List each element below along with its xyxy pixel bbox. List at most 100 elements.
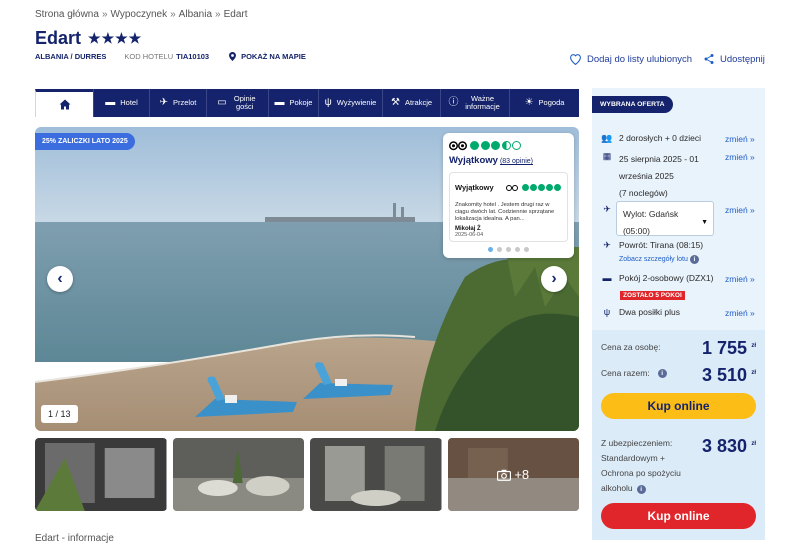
price-total-label: Cena razem: i xyxy=(601,368,667,378)
plane-icon: ✈ xyxy=(159,97,169,108)
next-photo-button[interactable]: › xyxy=(541,266,567,292)
favorites-label: Dodaj do listy ulubionych xyxy=(587,53,693,65)
star-rating: ★★★★ xyxy=(88,30,143,46)
review-label: Wyjątkowy xyxy=(455,182,494,192)
bed-icon: ▬ xyxy=(274,97,285,108)
offer-badge: WYBRANA OFERTA xyxy=(592,96,673,113)
return-row: ✈ Powrót: Tirana (08:15) xyxy=(601,240,703,251)
chevron-down-icon: ▼ xyxy=(701,219,708,226)
info-icon: ⓘ xyxy=(448,97,459,108)
buy-online-button[interactable]: Kup online xyxy=(601,393,756,419)
review-carousel-dots[interactable] xyxy=(449,247,568,252)
hammer-icon: ⚒ xyxy=(390,97,400,108)
thumbnail-strip: +8 xyxy=(35,438,579,511)
rating-dot xyxy=(480,140,490,150)
review-text: Znakomity hotel . Jestem drugi raz w cią… xyxy=(455,202,555,222)
calendar-icon: ▦ xyxy=(602,151,612,161)
review-date: 2025-06-04 xyxy=(455,232,484,238)
change-dates-link[interactable]: zmień » xyxy=(725,152,755,162)
guests-row: 👥 2 dorosłych + 0 dzieci xyxy=(601,133,701,143)
info-icon[interactable]: i xyxy=(657,368,667,378)
review-rating xyxy=(505,178,562,196)
bed-icon: ▬ xyxy=(602,273,612,283)
hotel-code: TIA10103 xyxy=(176,52,210,61)
price-total: 3 510 xyxy=(701,365,747,385)
nav-rooms[interactable]: ▬ Pokoje xyxy=(268,89,318,117)
price-section: Cena za osobę: 1 755 zł Cena razem: i 3 5… xyxy=(592,330,765,540)
insurance-text: Z ubezpieczeniem: Standardowym + Ochrona… xyxy=(601,438,681,494)
price-per-person: 1 755 xyxy=(701,338,747,358)
hotel-name: Edart xyxy=(35,28,82,48)
prev-photo-button[interactable]: ‹ xyxy=(47,266,73,292)
currency: zł xyxy=(751,441,756,447)
chat-icon: ▭ xyxy=(217,97,227,108)
plane-landing-icon: ✈ xyxy=(603,240,611,250)
show-map-link[interactable]: POKAŻ NA MAPIE xyxy=(229,52,306,61)
rating-dot-empty xyxy=(512,140,521,150)
buy-online-insured-button[interactable]: Kup online xyxy=(601,503,756,529)
currency: zł xyxy=(751,343,756,349)
breadcrumb-home[interactable]: Strona główna xyxy=(35,9,99,20)
tripadvisor-owl-icon xyxy=(505,185,518,191)
map-pin-icon xyxy=(229,52,237,61)
departure-select[interactable]: Wylot: Gdańsk (05:00) ▼ xyxy=(616,201,714,236)
breadcrumb: Strona główna» Wypoczynek» Albania» Edart xyxy=(35,9,248,20)
change-meals-link[interactable]: zmień » xyxy=(725,308,755,318)
tripadvisor-card[interactable]: Wyjątkowy (83 opinie) Wyjątkowy Znakomity… xyxy=(443,133,574,258)
heart-icon xyxy=(570,54,581,65)
nav-attractions[interactable]: ⚒ Atrakcje xyxy=(382,89,440,117)
more-photos-count: +8 xyxy=(514,467,530,482)
breadcrumb-wypoczynek[interactable]: Wypoczynek xyxy=(111,9,168,20)
hotel-meta: ALBANIA / DURRES KOD HOTELU TIA10103 POK… xyxy=(35,52,306,61)
share-icon xyxy=(704,54,714,64)
change-departure-link[interactable]: zmień » xyxy=(725,205,755,215)
thumbnail[interactable] xyxy=(35,438,167,511)
promo-badge: 25% ZALICZKI LATO 2025 xyxy=(35,133,135,150)
tripadvisor-owl-icon xyxy=(449,141,467,151)
photo-counter: 1 / 13 xyxy=(41,405,78,423)
plane-takeoff-icon: ✈ xyxy=(603,204,611,214)
hotel-code-label: KOD HOTELU xyxy=(124,52,174,61)
nav-flight[interactable]: ✈ Przelot xyxy=(149,89,206,117)
chevron-left-icon: ‹ xyxy=(57,270,63,287)
price-per-person-label: Cena za osobę: xyxy=(601,342,661,352)
thumbnail-more[interactable]: +8 xyxy=(447,438,579,511)
breadcrumb-albania[interactable]: Albania xyxy=(179,9,212,20)
people-icon: 👥 xyxy=(601,133,613,143)
meals-row: ψ Dwa posiłki plus xyxy=(601,307,680,317)
cutlery-icon: ψ xyxy=(324,97,332,108)
hotel-nav: ▬ Hotel ✈ Przelot ▭ Opinie gości ▬ Pokoje ψW… xyxy=(35,89,579,117)
page-title: Edart ★★★★ xyxy=(35,28,142,49)
share-button[interactable]: Udostępnij xyxy=(703,53,765,65)
change-guests-link[interactable]: zmień » xyxy=(725,134,755,144)
nav-home[interactable] xyxy=(35,89,93,117)
nav-important-info[interactable]: ⓘ Ważne informacje xyxy=(440,89,509,117)
rating-dot xyxy=(491,140,500,150)
bed-icon: ▬ xyxy=(105,97,116,108)
add-to-favorites-button[interactable]: Dodaj do listy ulubionych xyxy=(569,53,692,65)
show-map-label: POKAŻ NA MAPIE xyxy=(241,52,306,61)
chevron-right-icon: › xyxy=(551,270,557,287)
info-icon: i xyxy=(689,255,699,264)
main-photo: 25% ZALICZKI LATO 2025 ‹ › 1 / 13 Wyjątk… xyxy=(35,127,579,431)
rating-dot xyxy=(470,140,479,150)
offer-panel: WYBRANA OFERTA 👥 2 dorosłych + 0 dzieci z… xyxy=(592,88,765,540)
thumbnail[interactable] xyxy=(172,438,304,511)
section-title: Edart - informacje xyxy=(35,533,114,544)
change-room-link[interactable]: zmień » xyxy=(725,274,755,284)
nav-meals[interactable]: ψ Wyżywienie xyxy=(318,89,382,117)
room-row: ▬ Pokój 2-osobowy (DZX1) xyxy=(602,273,714,283)
info-icon[interactable]: i xyxy=(636,485,646,494)
share-label: Udostępnij xyxy=(720,53,765,65)
nav-hotel[interactable]: ▬ Hotel xyxy=(93,89,149,117)
opinions-link[interactable]: (83 opinie) xyxy=(500,158,533,165)
home-icon xyxy=(59,99,70,110)
more-photos-overlay: +8 xyxy=(447,438,579,511)
review-snippet: Wyjątkowy Znakomity hotel . Jestem drugi… xyxy=(449,172,568,242)
flight-details-link[interactable]: Zobacz szczegóły lotu i xyxy=(619,255,699,264)
nav-weather[interactable]: ☀ Pogoda xyxy=(509,89,579,117)
thumbnail[interactable] xyxy=(310,438,442,511)
nav-reviews[interactable]: ▭ Opinie gości xyxy=(206,89,268,117)
dates-row: ▦ 25 sierpnia 2025 - 01 września 2025 (7 no… xyxy=(601,151,714,202)
breadcrumb-current: Edart xyxy=(223,9,248,20)
